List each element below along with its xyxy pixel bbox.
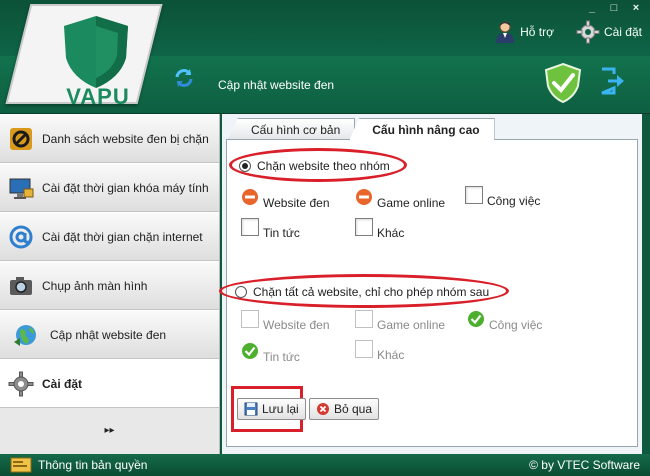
content-area: Cấu hình cơ bản Cấu hình nâng cao Chặn w… — [219, 114, 642, 454]
option-label: Công việc — [489, 318, 543, 332]
support-link[interactable]: Hỗ trợ — [494, 20, 554, 44]
sidebar-item-label: Cài đặt thời gian khóa máy tính — [42, 180, 209, 195]
group-option-game-online[interactable]: Game online — [355, 184, 445, 210]
status-bar: Thông tin bản quyền © by VTEC Software — [0, 454, 650, 476]
tab-advanced-config[interactable]: Cấu hình nâng cao — [349, 118, 495, 140]
blocked-icon — [242, 189, 258, 205]
option-label: Tin tức — [263, 226, 300, 240]
settings-link[interactable]: Cài đặt — [576, 20, 642, 44]
option-label: Website đen — [263, 318, 330, 332]
allow-option-other[interactable]: Khác — [355, 336, 404, 362]
license-info-link[interactable]: Thông tin bản quyền — [0, 457, 147, 473]
checkbox[interactable] — [241, 310, 259, 328]
support-label: Hỗ trợ — [520, 25, 554, 39]
group-option-other[interactable]: Khác — [355, 214, 404, 240]
maximize-button[interactable]: □ — [606, 2, 622, 14]
support-person-icon — [496, 21, 515, 43]
logout-icon[interactable] — [598, 66, 626, 96]
group-option-news[interactable]: Tin tức — [241, 214, 300, 240]
checkbox[interactable] — [241, 218, 259, 236]
option-label: Khác — [377, 348, 405, 362]
sidebar-item-settings[interactable]: Cài đặt — [0, 359, 219, 408]
camera-icon — [10, 276, 32, 295]
blocked-icon — [356, 189, 372, 205]
sidebar-item-label: Chụp ảnh màn hình — [42, 278, 148, 293]
radio-button[interactable] — [239, 160, 251, 172]
group-option-blacklist[interactable]: Website đen — [241, 184, 330, 210]
checkbox[interactable] — [355, 218, 373, 236]
option-label: Công việc — [487, 194, 541, 208]
logo-text: VAPU — [66, 84, 130, 109]
tab-bar: Cấu hình cơ bản Cấu hình nâng cao — [228, 118, 495, 140]
check-circle-icon — [468, 311, 484, 327]
checkbox[interactable] — [355, 310, 373, 328]
sidebar: Danh sách website đen bị chặn Cài đặt th… — [0, 114, 220, 454]
computer-lock-icon — [9, 178, 34, 199]
allow-option-game-online[interactable]: Game online — [355, 306, 445, 332]
option-label: Website đen — [263, 196, 330, 210]
cancel-button[interactable]: Bỏ qua — [309, 398, 380, 420]
license-label: Thông tin bản quyền — [38, 458, 148, 472]
sidebar-item-label: Cài đặt thời gian chặn internet — [42, 229, 203, 244]
app-window: VAPU _ □ × Hỗ trợ Cài đặt Cập nhật websi… — [0, 0, 650, 476]
page-title: Cập nhật website đen — [218, 78, 335, 92]
globe-update-icon — [14, 324, 36, 346]
option-label: Game online — [377, 318, 446, 332]
sidebar-item-label: Danh sách website đen bị chặn — [42, 131, 209, 146]
sidebar-item-label: Cài đặt — [42, 376, 83, 391]
radio-button[interactable] — [235, 286, 247, 298]
checkbox[interactable] — [465, 186, 483, 204]
sidebar-item-blacklist[interactable]: Danh sách website đen bị chặn — [0, 114, 219, 163]
minimize-button[interactable]: _ — [584, 2, 600, 14]
group-mode-label: Chặn website theo nhóm — [257, 159, 390, 173]
check-circle-icon — [242, 343, 258, 359]
sidebar-item-internet-block[interactable]: Cài đặt thời gian chặn internet — [0, 212, 219, 261]
checkbox[interactable] — [355, 340, 373, 358]
sidebar-more-button[interactable]: ▸▸ — [0, 408, 219, 452]
allow-mode-radio[interactable]: Chặn tất cả website, chỉ cho phép nhóm s… — [235, 285, 489, 299]
at-sign-icon — [9, 225, 33, 248]
allow-option-work[interactable]: Công việc — [467, 306, 542, 332]
sidebar-item-update[interactable]: Cập nhật website đen — [0, 310, 219, 359]
cancel-label: Bỏ qua — [334, 402, 373, 416]
close-button[interactable]: × — [628, 2, 644, 14]
copyright-text: © by VTEC Software — [529, 458, 640, 472]
license-icon — [10, 457, 32, 473]
window-controls: _ □ × — [584, 2, 644, 14]
allow-mode-label: Chặn tất cả website, chỉ cho phép nhóm s… — [253, 285, 490, 299]
sidebar-item-label: Cập nhật website đen — [50, 327, 167, 342]
shield-check-icon — [544, 62, 582, 104]
group-option-work[interactable]: Công việc — [465, 182, 540, 208]
cancel-icon — [317, 403, 329, 415]
group-mode-radio[interactable]: Chặn website theo nhóm — [239, 159, 390, 173]
allow-option-blacklist[interactable]: Website đen — [241, 306, 330, 332]
floppy-disk-icon — [244, 402, 258, 416]
save-button[interactable]: Lưu lại — [237, 398, 306, 420]
settings-label: Cài đặt — [603, 25, 642, 39]
top-links: Hỗ trợ Cài đặt — [494, 20, 642, 44]
option-label: Game online — [377, 196, 446, 210]
gear-icon — [8, 371, 34, 396]
option-label: Tin tức — [263, 350, 300, 364]
blocked-list-icon — [10, 127, 32, 150]
sidebar-item-computer-lock[interactable]: Cài đặt thời gian khóa máy tính — [0, 163, 219, 212]
save-label: Lưu lại — [262, 402, 299, 416]
advanced-config-panel: Chặn website theo nhóm Website đen Game … — [219, 139, 638, 447]
option-label: Khác — [377, 226, 405, 240]
gear-icon — [576, 20, 600, 44]
refresh-icon — [175, 69, 193, 87]
allow-option-news[interactable]: Tin tức — [241, 338, 300, 364]
tab-basic-config[interactable]: Cấu hình cơ bản — [228, 118, 356, 140]
sidebar-item-screenshot[interactable]: Chụp ảnh màn hình — [0, 261, 219, 310]
